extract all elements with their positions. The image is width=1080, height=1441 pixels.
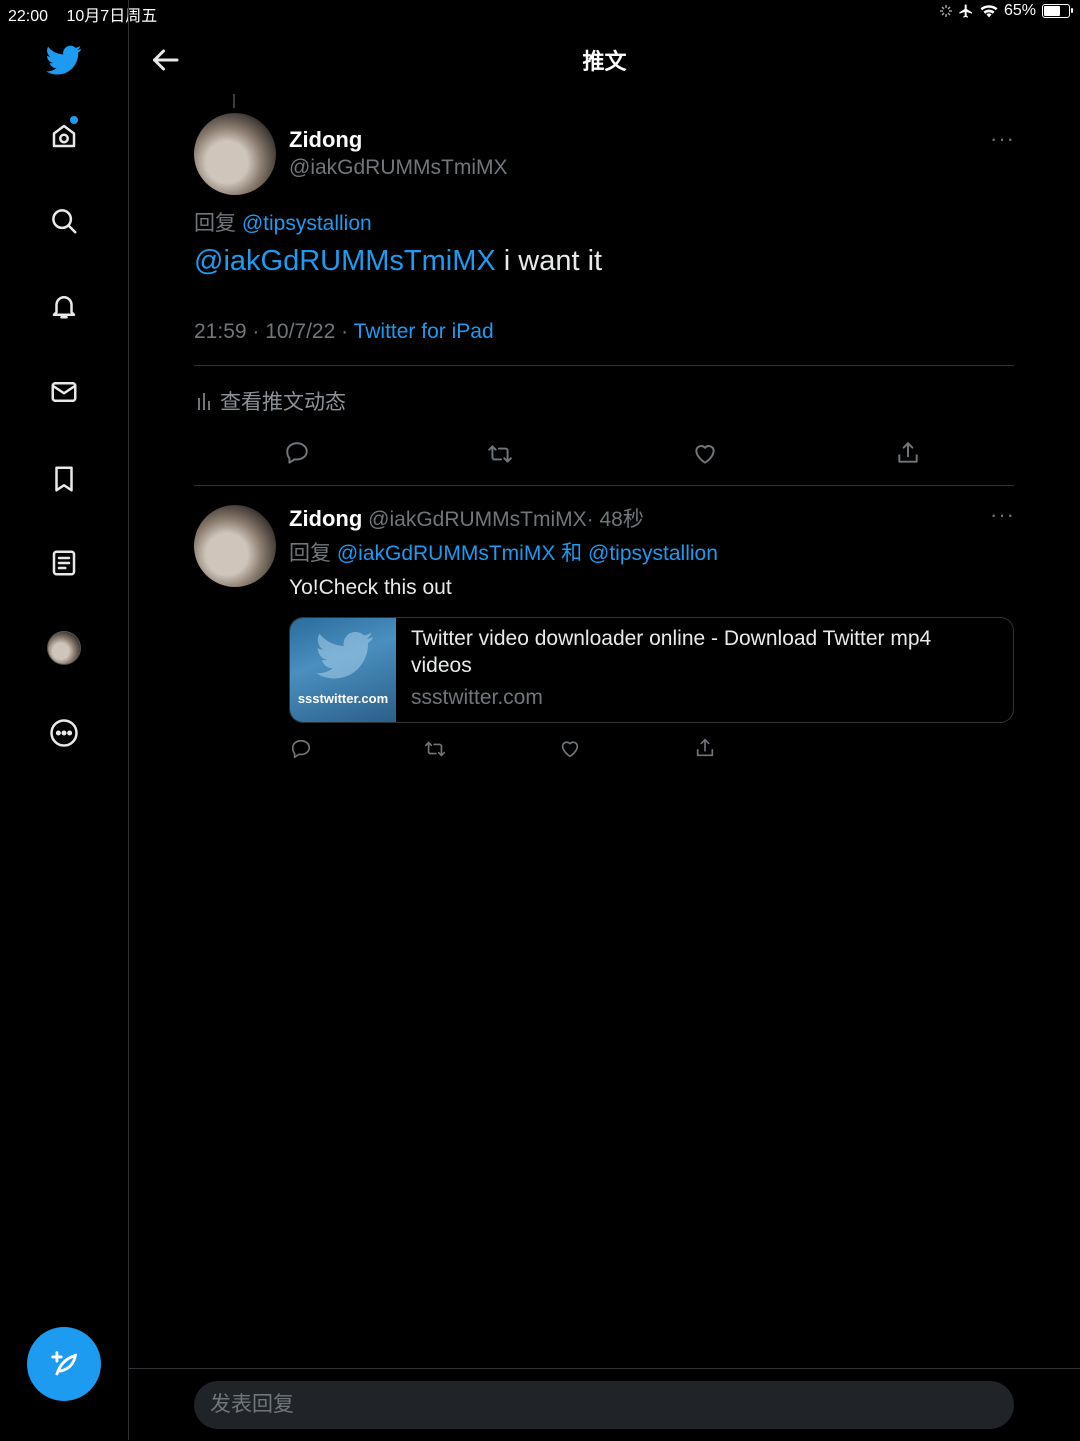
main-tweet-avatar[interactable] [194, 113, 276, 195]
main-retweet-button[interactable] [487, 441, 513, 472]
main-tweet-author-handle[interactable]: @iakGdRUMMsTmiMX [289, 156, 507, 180]
share-icon [696, 738, 714, 757]
home-icon[interactable] [44, 116, 84, 156]
mention-link[interactable]: @iakGdRUMMsTmiMX [194, 245, 496, 277]
twitter-logo-icon[interactable] [44, 40, 84, 80]
wifi-icon [980, 5, 998, 18]
messages-envelope-icon[interactable] [44, 372, 84, 412]
reply-tweet-header: Zidong @iakGdRUMMsTmiMX· 48秒 [289, 503, 644, 533]
main-tweet-reply-context: 回复 @tipsystallion [194, 207, 372, 237]
reply-tweet-time[interactable]: · 48秒 [587, 508, 644, 531]
lists-icon[interactable] [44, 543, 84, 583]
reply-tweet-text: Yo!Check this out [289, 576, 452, 599]
reply-bubble-icon [286, 442, 308, 464]
reply-like-button[interactable] [559, 738, 581, 765]
page-title: 推文 [582, 49, 627, 74]
reply-prefix: 回复 [289, 542, 331, 565]
retweet-icon [425, 741, 445, 757]
airplane-icon [959, 4, 972, 18]
main-share-button[interactable] [895, 440, 921, 471]
reply-to-link[interactable]: @tipsystallion [242, 212, 372, 235]
link-preview-title: Twitter video downloader online - Downlo… [411, 627, 932, 677]
search-icon[interactable] [44, 201, 84, 241]
main-tweet-text: @iakGdRUMMsTmiMX i want it [194, 245, 602, 278]
reply-to-link[interactable]: @tipsystallion [588, 542, 718, 565]
thumbnail-label: ssstwitter.com [297, 691, 389, 706]
compose-tweet-button[interactable] [27, 1327, 101, 1401]
main-tweet-author-name[interactable]: Zidong [289, 127, 362, 153]
reply-tweet-avatar[interactable] [194, 505, 276, 587]
heart-icon [561, 741, 579, 758]
main-tweet-source[interactable]: Twitter for iPad [354, 320, 494, 343]
battery-percent: 65% [1003, 2, 1036, 19]
reply-reply-button[interactable] [290, 738, 312, 765]
loading-icon [939, 5, 952, 17]
link-preview-card[interactable]: ssstwitter.com Twitter video downloader … [289, 617, 1014, 723]
reply-composer-bar [129, 1368, 1080, 1441]
analytics-label: 查看推文动态 [220, 391, 346, 414]
reply-tweet-more-icon[interactable]: ··· [990, 502, 1015, 528]
header: 推文 [129, 30, 1080, 90]
reply-tweet-author-handle[interactable]: @iakGdRUMMsTmiMX [368, 508, 586, 531]
battery-icon [1042, 4, 1073, 18]
avatar [47, 631, 81, 665]
twitter-bird-watermark-icon [316, 631, 374, 679]
more-options-icon[interactable] [44, 713, 84, 753]
divider [194, 365, 1014, 366]
reply-input[interactable] [194, 1381, 1014, 1429]
bookmark-icon[interactable] [44, 459, 84, 499]
main-tweet-body: i want it [495, 245, 603, 277]
reply-tweet-reply-context: 回复 @iakGdRUMMsTmiMX 和 @tipsystallion [289, 537, 718, 567]
sidebar [0, 0, 129, 1440]
main-tweet-meta: 21:59 · 10/7/22 · Twitter for iPad [194, 320, 494, 344]
heart-icon [695, 445, 715, 464]
notifications-bell-icon[interactable] [44, 286, 84, 326]
main-like-button[interactable] [692, 441, 718, 472]
reply-bubble-icon [291, 739, 311, 759]
compose-feather-icon [51, 1351, 78, 1376]
reply-tweet-author-name[interactable]: Zidong [289, 506, 362, 531]
reply-share-button[interactable] [694, 737, 716, 764]
main-reply-button[interactable] [284, 440, 310, 471]
retweet-icon [488, 445, 512, 463]
link-preview-thumbnail: ssstwitter.com [290, 618, 396, 722]
tweet-analytics-link[interactable]: 查看推文动态 [196, 386, 346, 416]
profile-avatar-nav[interactable] [44, 628, 84, 668]
thread-line [233, 94, 235, 108]
notification-dot [70, 116, 78, 124]
reply-retweet-button[interactable] [424, 738, 446, 765]
reply-prefix: 回复 [194, 212, 236, 235]
main-tweet-more-icon[interactable]: ··· [990, 126, 1015, 152]
status-bar-right: 65% [939, 2, 1073, 20]
share-icon [898, 442, 918, 463]
main-tweet-timestamp[interactable]: 21:59 · 10/7/22 · [194, 320, 348, 343]
link-preview-domain: ssstwitter.com [411, 686, 543, 709]
divider [194, 485, 1014, 486]
reply-to-link[interactable]: @iakGdRUMMsTmiMX [337, 542, 555, 565]
analytics-bars-icon [198, 393, 210, 410]
reply-conjunction: 和 [561, 542, 583, 565]
